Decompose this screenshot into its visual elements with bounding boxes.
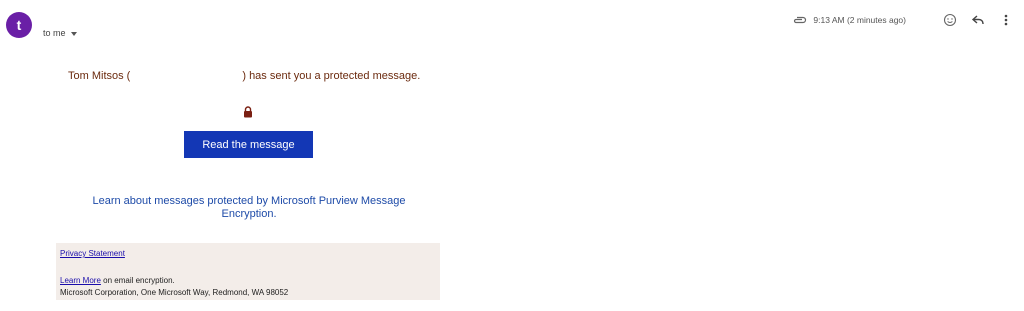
- redacted-email: [130, 70, 243, 82]
- learn-more-link[interactable]: Learn More: [60, 276, 101, 285]
- chevron-down-icon: [70, 31, 77, 36]
- recipient-label: to me: [43, 28, 66, 38]
- paperclip-icon: [793, 13, 807, 27]
- corporate-address: Microsoft Corporation, One Microsoft Way…: [60, 288, 289, 297]
- privacy-statement-link[interactable]: Privacy Statement: [60, 249, 125, 258]
- sender-avatar[interactable]: t: [6, 12, 32, 38]
- sender-notice: Tom Mitsos ( ) has sent you a protected …: [68, 70, 420, 82]
- recipient-dropdown[interactable]: to me: [43, 28, 77, 38]
- read-message-button[interactable]: Read the message: [184, 131, 313, 158]
- smiley-icon[interactable]: [942, 12, 958, 28]
- learn-more-suffix: on email encryption.: [100, 276, 175, 285]
- sender-notice-suffix: ) has sent you a protected message.: [242, 70, 421, 82]
- message-meta-bar: 9:13 AM (2 minutes ago): [793, 12, 1014, 28]
- reply-arrow-icon[interactable]: [970, 12, 986, 28]
- footer-panel: Privacy Statement Learn More on email en…: [56, 243, 440, 300]
- timestamp: 9:13 AM (2 minutes ago): [813, 15, 906, 25]
- vertical-dots-icon[interactable]: [998, 12, 1014, 28]
- sender-name: Tom Mitsos (: [68, 70, 131, 82]
- lock-icon: [243, 105, 253, 118]
- learn-about-encryption-link[interactable]: Learn about messages protected by Micros…: [90, 195, 408, 221]
- learn-more-row: Learn More on email encryption.: [60, 276, 175, 285]
